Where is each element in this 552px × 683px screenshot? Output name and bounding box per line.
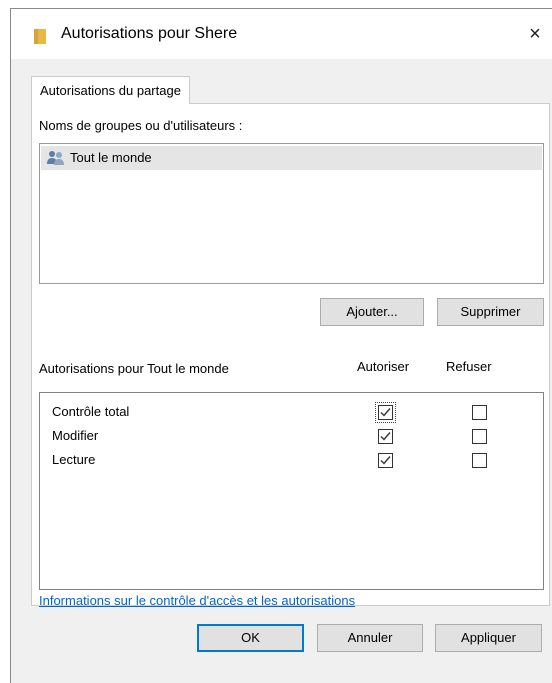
tab-panel: Noms de groupes ou d'utilisateurs : Tout… [31, 103, 550, 608]
deny-checkbox-read[interactable] [472, 453, 487, 468]
permissions-label: Autorisations pour Tout le monde [39, 361, 229, 376]
list-item-label: Tout le monde [70, 150, 152, 165]
ok-button[interactable]: OK [197, 624, 304, 652]
cancel-button[interactable]: Annuler [317, 624, 423, 652]
permissions-dialog: Autorisations pour Shere × Autorisations… [10, 8, 552, 683]
add-button[interactable]: Ajouter... [320, 298, 424, 326]
apply-button[interactable]: Appliquer [435, 624, 542, 652]
permission-row: Contrôle total [40, 401, 543, 425]
groups-listbox[interactable]: Tout le monde [39, 143, 544, 284]
permission-name: Contrôle total [52, 404, 130, 419]
list-item[interactable]: Tout le monde [41, 146, 542, 170]
tab-share-permissions[interactable]: Autorisations du partage [31, 76, 190, 104]
remove-button[interactable]: Supprimer [437, 298, 544, 326]
close-button[interactable]: × [518, 17, 552, 51]
deny-checkbox-modify[interactable] [472, 429, 487, 444]
users-icon [46, 150, 66, 166]
deny-column-header: Refuser [446, 359, 492, 374]
permissions-list: Contrôle total Modifier Lecture [39, 392, 544, 590]
groups-label: Noms de groupes ou d'utilisateurs : [39, 118, 243, 133]
allow-checkbox-full-control[interactable] [375, 402, 396, 423]
deny-checkbox-full-control[interactable] [472, 405, 487, 420]
permission-row: Modifier [40, 425, 543, 449]
permission-name: Modifier [52, 428, 99, 443]
permission-row: Lecture [40, 449, 543, 473]
allow-checkbox-read[interactable] [378, 453, 393, 468]
allow-column-header: Autoriser [357, 359, 410, 374]
allow-checkbox-modify[interactable] [378, 429, 393, 444]
window-title: Autorisations pour Shere [61, 25, 238, 42]
access-control-help-link[interactable]: Informations sur le contrôle d'accès et … [39, 593, 355, 608]
folder-icon [33, 27, 47, 45]
permission-name: Lecture [52, 452, 96, 467]
title-bar: Autorisations pour Shere × [11, 9, 552, 59]
